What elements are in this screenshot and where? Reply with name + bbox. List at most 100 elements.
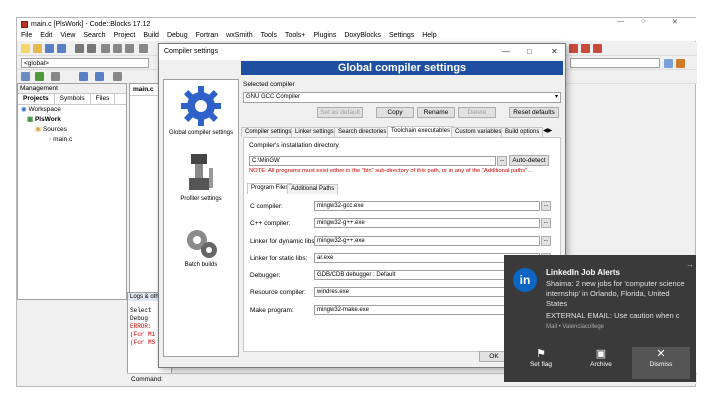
dialog-maximize-icon[interactable]: □ [527, 44, 532, 60]
close-icon[interactable]: ✕ [672, 18, 678, 26]
menu-edit[interactable]: Edit [36, 32, 56, 39]
subtab-additional-paths[interactable]: Additional Paths [287, 184, 339, 194]
menu-file[interactable]: File [17, 32, 36, 39]
c-compiler-input[interactable]: mingw32-gcc.exe [314, 201, 540, 211]
redo-icon[interactable] [87, 44, 96, 53]
tree-sources-folder[interactable]: ▣ Sources [21, 125, 126, 135]
tree-main-c[interactable]: ▫ main.c [21, 135, 126, 145]
dynamic-linker-input[interactable]: mingw32-g++.exe [314, 236, 540, 246]
resource-compiler-label: Resource compiler: [250, 289, 306, 296]
tab-projects[interactable]: Projects [18, 94, 55, 104]
rename-button[interactable]: Rename [417, 107, 455, 118]
delete-button[interactable]: Delete [458, 107, 496, 118]
run-icon[interactable] [35, 72, 44, 81]
tab-toolchain-executables[interactable]: Toolchain executables [387, 126, 455, 137]
tab-files[interactable]: Files [91, 94, 116, 104]
next-icon[interactable] [95, 72, 104, 81]
set-flag-button[interactable]: ⚑ Set flag [512, 347, 570, 379]
management-tabs: Projects Symbols Files [18, 94, 126, 105]
highlight-icon[interactable] [113, 72, 122, 81]
debug-stop-icon[interactable] [593, 44, 602, 53]
auto-detect-button[interactable]: Auto-detect [509, 155, 549, 166]
copy-icon[interactable] [113, 44, 122, 53]
tab-linker-settings[interactable]: Linker settings [291, 127, 338, 137]
tree-workspace[interactable]: ◉ Workspace [21, 105, 126, 115]
category-batch-builds[interactable]: Batch builds [164, 226, 238, 268]
category-label-global: Global compiler settings [168, 130, 234, 136]
scope-combo[interactable]: <global> [21, 58, 149, 68]
tab-compiler-settings[interactable]: Compiler settings [241, 127, 296, 137]
menu-project[interactable]: Project [110, 32, 140, 39]
menu-search[interactable]: Search [79, 32, 109, 39]
tab-custom-variables[interactable]: Custom variables [451, 127, 506, 137]
dialog-minimize-icon[interactable]: — [502, 44, 510, 60]
menu-fortran[interactable]: Fortran [192, 32, 223, 39]
cpp-compiler-label: C++ compiler: [250, 220, 291, 227]
install-dir-input[interactable]: C:\MinGW [249, 156, 496, 166]
menu-build[interactable]: Build [139, 32, 163, 39]
codeblocks-app-icon [21, 20, 28, 28]
menu-tools-plus[interactable]: Tools+ [281, 32, 309, 39]
c-compiler-browse-button[interactable]: ... [541, 201, 551, 211]
window-title: main.c [PlsWork] - Code::Blocks 17.12 [31, 20, 151, 28]
symbol-combo[interactable] [570, 58, 660, 68]
menu-view[interactable]: View [56, 32, 79, 39]
category-global-compiler[interactable]: Global compiler settings [164, 84, 238, 136]
paste-icon[interactable] [125, 44, 134, 53]
debug-next-icon[interactable] [581, 44, 590, 53]
save-icon[interactable] [45, 44, 54, 53]
tab-symbols[interactable]: Symbols [55, 94, 91, 104]
new-file-icon[interactable] [21, 44, 30, 53]
cpp-compiler-browse-button[interactable]: ... [541, 218, 551, 228]
subtab-program-files[interactable]: Program Files [247, 183, 293, 194]
category-label-batch: Batch builds [184, 262, 218, 268]
profiler-icon [189, 154, 213, 190]
save-all-icon[interactable] [57, 44, 66, 53]
menu-doxyblocks[interactable]: DoxyBlocks [340, 32, 385, 39]
menu-wxsmith[interactable]: wxSmith [222, 32, 256, 39]
archive-button[interactable]: ▣ Archive [572, 347, 630, 379]
undo-icon[interactable] [75, 44, 84, 53]
title-bar: main.c [PlsWork] - Code::Blocks 17.12 — … [17, 18, 697, 30]
tab-search-directories[interactable]: Search directories [334, 127, 391, 137]
dialog-close-icon[interactable]: ✕ [551, 44, 558, 60]
menu-debug[interactable]: Debug [163, 32, 192, 39]
comment-icon[interactable] [51, 72, 60, 81]
debug-step-icon[interactable] [569, 44, 578, 53]
find-icon[interactable] [139, 44, 148, 53]
menu-tools[interactable]: Tools [257, 32, 281, 39]
build-icon[interactable] [21, 72, 30, 81]
reset-defaults-button[interactable]: Reset defaults [509, 107, 559, 118]
cpp-compiler-input[interactable]: mingw32-g++.exe [314, 218, 540, 228]
install-dir-label: Compiler's installation directory [249, 142, 339, 149]
management-pane: Management Projects Symbols Files ◉ Work… [17, 83, 127, 300]
dismiss-icon: ✕ [656, 348, 666, 360]
search-icon[interactable] [664, 59, 673, 68]
copy-button[interactable]: Copy [376, 107, 414, 118]
menu-help[interactable]: Help [418, 32, 440, 39]
category-label-profiler: Profiler settings [180, 196, 222, 202]
jump-icon[interactable] [676, 59, 685, 68]
cut-icon[interactable] [101, 44, 110, 53]
notification-toast[interactable]: → in LinkedIn Job Alerts Shaima: 2 new j… [504, 255, 696, 382]
tab-build-options[interactable]: Build options [501, 127, 544, 137]
dynamic-linker-browse-button[interactable]: ... [541, 236, 551, 246]
install-note: NOTE: All programs must exist either in … [249, 168, 533, 174]
dynamic-linker-label: Linker for dynamic libs: [250, 238, 317, 245]
set-as-default-button[interactable]: Set as default [317, 107, 363, 118]
menu-settings[interactable]: Settings [385, 32, 418, 39]
toggle-icon[interactable] [79, 72, 88, 81]
install-dir-browse-button[interactable]: ... [497, 156, 507, 166]
static-linker-label: Linker for static libs: [250, 255, 308, 262]
selected-compiler-select[interactable]: GNU GCC Compiler ▾ [243, 92, 561, 103]
maximize-icon[interactable]: ○ [641, 18, 645, 25]
dismiss-button[interactable]: ✕ Dismiss [632, 347, 690, 379]
open-icon[interactable] [33, 44, 42, 53]
menu-plugins[interactable]: Plugins [309, 32, 340, 39]
tab-scroll-arrows[interactable]: ◀▶ [543, 127, 552, 134]
flag-icon: ⚑ [536, 348, 546, 360]
tree-project[interactable]: ▣ PlsWork [21, 115, 126, 125]
minimize-icon[interactable]: — [617, 18, 624, 25]
toast-source: Mail • Valenciacollege [546, 324, 605, 330]
category-profiler[interactable]: Profiler settings [164, 150, 238, 202]
